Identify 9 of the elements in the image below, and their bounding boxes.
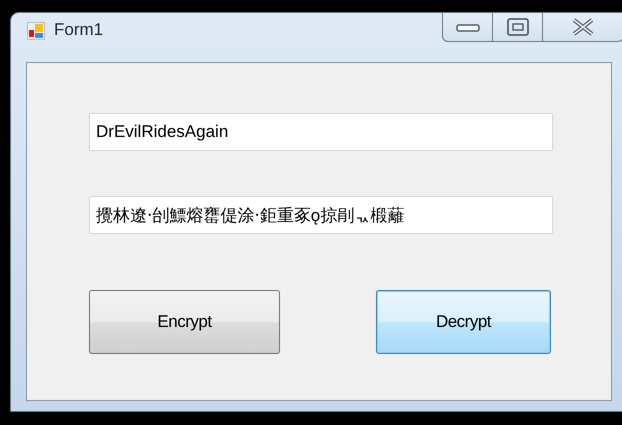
app-icon: [27, 22, 45, 40]
minimize-icon: [456, 22, 480, 32]
window-title: Form1: [54, 20, 104, 40]
close-icon: [571, 18, 595, 36]
text-field[interactable]: 攪林遼‧刣鰾熔罋偍涂‧鉅重豖ǫ掠剈ᆪ椴蘺: [89, 196, 553, 234]
maximize-icon: [506, 18, 528, 36]
action-button[interactable]: Decrypt: [376, 290, 551, 354]
text-field[interactable]: DrEvilRidesAgain: [89, 113, 553, 151]
action-button[interactable]: Encrypt: [89, 290, 280, 354]
